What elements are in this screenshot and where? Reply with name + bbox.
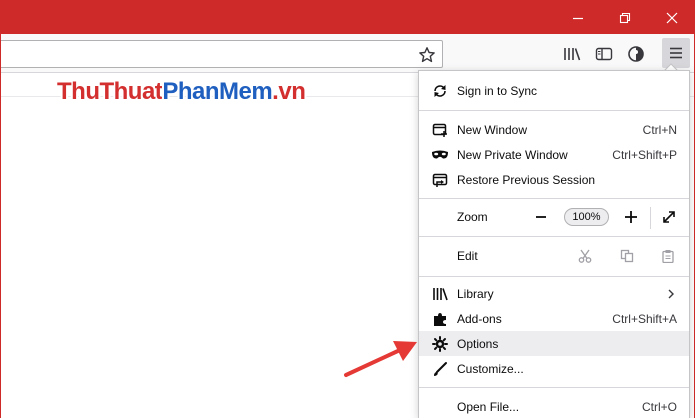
star-icon	[419, 47, 435, 63]
paste-button[interactable]	[657, 245, 679, 267]
menu-item-new-window[interactable]: New Window Ctrl+N	[419, 117, 689, 142]
sidebar-toolbar-button[interactable]	[592, 42, 616, 66]
fullscreen-icon	[663, 211, 675, 223]
new-window-label: New Window	[457, 123, 528, 137]
watermark-part1: ThuThuat	[57, 78, 163, 105]
minimize-icon	[573, 17, 583, 20]
close-window-button[interactable]	[660, 6, 684, 30]
zoom-controls: Zoom 100%	[419, 201, 689, 234]
library-icon	[564, 48, 581, 61]
minus-icon	[536, 216, 546, 218]
menu-item-restore-session[interactable]: Restore Previous Session	[419, 167, 689, 192]
svg-text:ThuThuatPhanMem.vn: ThuThuatPhanMem.vn	[57, 78, 305, 105]
menu-item-open-file[interactable]: Open File... Ctrl+O	[419, 394, 689, 418]
watermark-logo: ThuThuatPhanMem.vn	[57, 76, 308, 107]
paintbrush-icon	[431, 360, 449, 378]
edit-controls: Edit	[419, 239, 689, 274]
url-bar[interactable]	[1, 40, 443, 68]
scissors-icon	[578, 249, 592, 263]
library-icon	[431, 285, 449, 303]
restore-button[interactable]	[613, 6, 637, 30]
library-label: Library	[457, 287, 494, 301]
add-ons-shortcut: Ctrl+Shift+A	[612, 312, 677, 326]
navigation-toolbar	[1, 34, 694, 73]
zoom-label: Zoom	[457, 210, 488, 224]
gear-icon	[431, 335, 449, 353]
sign-in-label: Sign in to Sync	[457, 84, 538, 98]
restore-session-icon	[431, 171, 449, 189]
menu-separator	[419, 276, 689, 277]
watermark-part3: .vn	[272, 78, 305, 105]
app-menu-panel: Sign in to Sync New Window Ctrl+N New Pr…	[418, 70, 690, 418]
puzzle-piece-icon	[431, 310, 449, 328]
sync-icon	[431, 82, 449, 100]
fullscreen-button[interactable]	[658, 206, 680, 228]
menu-item-sign-in-to-sync[interactable]: Sign in to Sync	[419, 78, 689, 103]
zoom-divider	[650, 207, 651, 229]
library-toolbar-button[interactable]	[560, 42, 584, 66]
restore-icon	[619, 12, 631, 24]
minimize-button[interactable]	[566, 6, 590, 30]
account-icon	[628, 46, 644, 62]
chevron-right-icon	[667, 288, 675, 302]
menu-separator	[419, 110, 689, 111]
new-window-shortcut: Ctrl+N	[642, 123, 677, 137]
private-mask-icon	[431, 146, 449, 164]
menu-separator	[419, 236, 689, 237]
cut-button[interactable]	[574, 245, 596, 267]
hamburger-menu-icon	[670, 47, 682, 59]
menu-separator	[419, 387, 689, 388]
menu-separator	[419, 198, 689, 199]
copy-icon	[620, 249, 634, 263]
private-window-label: New Private Window	[457, 148, 568, 162]
plus-icon	[625, 211, 637, 223]
menu-item-options[interactable]: Options	[419, 331, 689, 356]
bookmark-star-button[interactable]	[418, 46, 436, 64]
title-bar	[0, 0, 695, 34]
zoom-out-button[interactable]	[530, 206, 552, 228]
restore-session-label: Restore Previous Session	[457, 173, 596, 187]
open-file-label: Open File...	[457, 400, 520, 414]
menu-item-library[interactable]: Library	[419, 281, 689, 306]
zoom-reset-button[interactable]: 100%	[564, 208, 609, 226]
new-window-icon	[431, 121, 449, 139]
menu-item-new-private-window[interactable]: New Private Window Ctrl+Shift+P	[419, 142, 689, 167]
private-window-shortcut: Ctrl+Shift+P	[612, 148, 677, 162]
add-ons-label: Add-ons	[457, 312, 502, 326]
customize-label: Customize...	[457, 362, 524, 376]
watermark-part2: PhanMem	[162, 78, 272, 105]
sidebar-icon	[595, 47, 613, 61]
annotation-arrow	[344, 341, 417, 377]
paste-icon	[662, 250, 674, 263]
close-icon	[666, 12, 678, 24]
menu-item-customize[interactable]: Customize...	[419, 356, 689, 381]
edit-label: Edit	[457, 249, 478, 263]
copy-button[interactable]	[616, 245, 638, 267]
menu-item-add-ons[interactable]: Add-ons Ctrl+Shift+A	[419, 306, 689, 331]
open-file-shortcut: Ctrl+O	[641, 400, 677, 414]
zoom-in-button[interactable]	[620, 206, 642, 228]
account-toolbar-button[interactable]	[624, 42, 648, 66]
options-label: Options	[457, 337, 499, 351]
